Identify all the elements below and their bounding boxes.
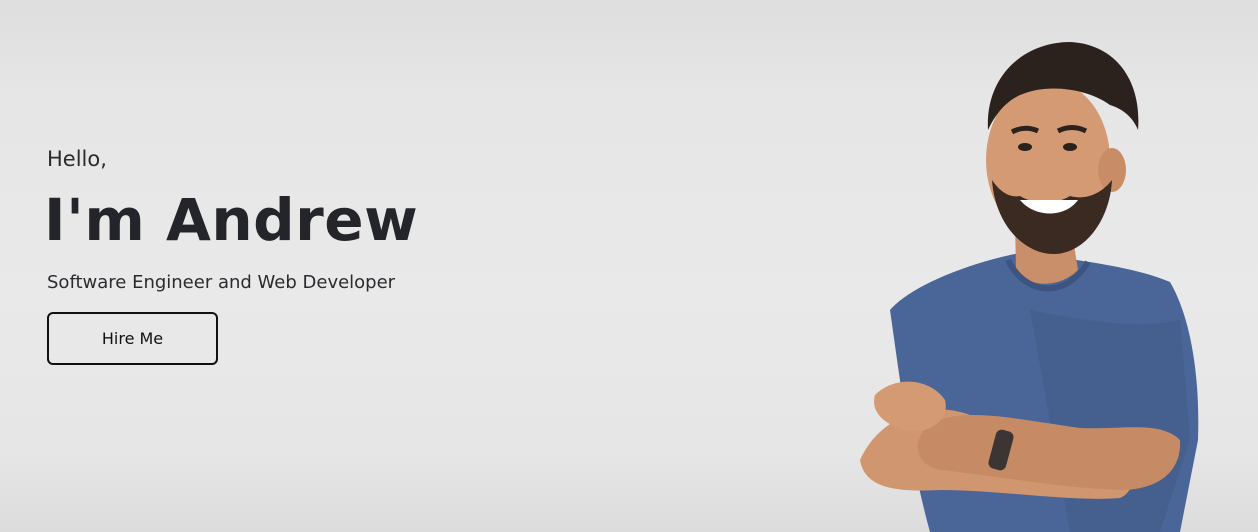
hero-text-block: Hello, I'm Andrew Software Engineer and … bbox=[44, 143, 467, 365]
hero-subtitle: Software Engineer and Web Developer bbox=[47, 272, 396, 293]
hero-greeting: Hello, bbox=[47, 147, 107, 171]
portrait-photo bbox=[820, 20, 1240, 532]
hire-me-button[interactable]: Hire Me bbox=[47, 312, 218, 365]
hero-section: Hello, I'm Andrew Software Engineer and … bbox=[0, 0, 1258, 532]
person-photo-icon bbox=[860, 42, 1199, 532]
hero-name: I'm Andrew bbox=[44, 186, 419, 254]
